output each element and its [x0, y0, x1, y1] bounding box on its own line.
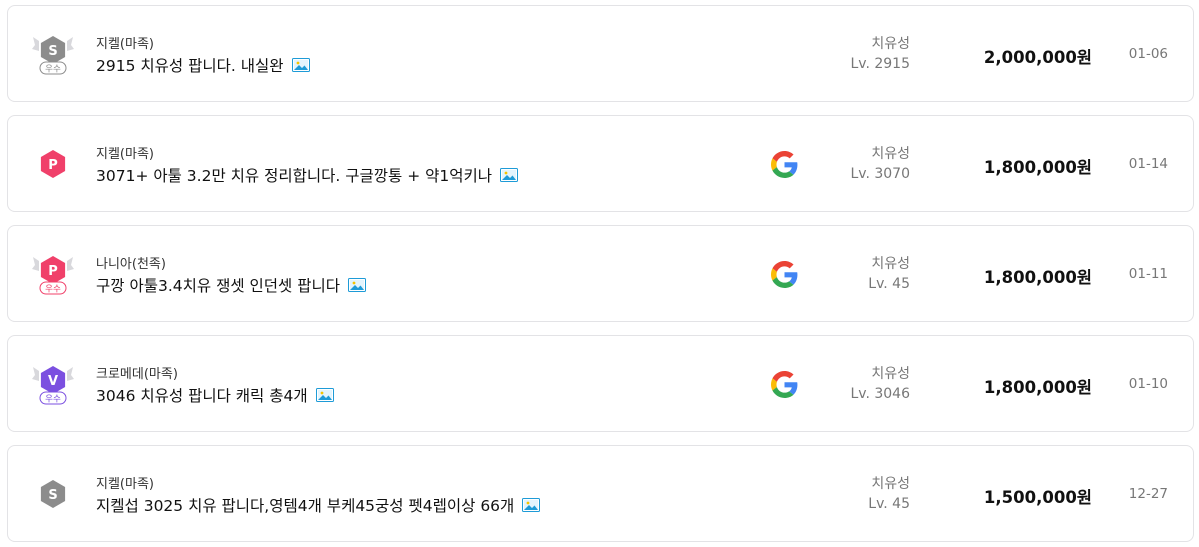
listing-date: 01-14: [1128, 156, 1168, 172]
image-attached-icon: [291, 58, 310, 72]
character-level: Lv. 3070: [850, 166, 910, 182]
listing-date: 01-10: [1128, 376, 1168, 392]
character-class: 치유성: [871, 366, 910, 382]
listing-date: 01-11: [1128, 266, 1168, 282]
server-name: 크로메데(마족): [96, 367, 178, 382]
listing-price: 1,800,000원: [983, 268, 1092, 287]
listing-price: 1,800,000원: [983, 158, 1092, 177]
svg-text:V: V: [48, 374, 58, 389]
listing-price: 1,500,000원: [983, 488, 1092, 507]
character-level: Lv. 45: [868, 276, 910, 292]
svg-text:우수: 우수: [45, 395, 61, 405]
image-attached-icon: [500, 168, 519, 182]
svg-text:우수: 우수: [45, 285, 61, 295]
listing-title[interactable]: 지켈섭 3025 치유 팝니다,영템4개 부케45궁성 펫4렙이상 66개: [96, 494, 541, 516]
listing-title-text: 3071+ 아툴 3.2만 치유 정리합니다. 구글깡통 + 약1억키나: [96, 167, 493, 185]
svg-text:우수: 우수: [45, 65, 61, 75]
server-s-icon: S: [30, 471, 76, 517]
image-attached-icon: [522, 498, 541, 512]
listing-card[interactable]: P 우수 나니아(천족) 구깡 아툴3.4치유 쟁셋 인던셋 팝니다 치유성 Lv…: [7, 225, 1194, 322]
listing-title-text: 3046 치유성 팝니다 캐릭 총4개: [96, 387, 308, 405]
server-name: 지켈(마족): [96, 477, 154, 492]
listing-price: 2,000,000원: [983, 48, 1092, 67]
listing-price: 1,800,000원: [983, 378, 1092, 397]
image-attached-icon: [315, 388, 334, 402]
character-class: 치유성: [871, 36, 910, 52]
listing-card[interactable]: V 우수 크로메데(마족) 3046 치유성 팝니다 캐릭 총4개 치유성 Lv.…: [7, 335, 1194, 432]
listing-list: S 우수 지켈(마족) 2915 치유성 팝니다. 내실완 치유성 Lv. 291…: [0, 0, 1199, 547]
character-class: 치유성: [871, 256, 910, 272]
power-p-excellent-icon: P 우수: [30, 251, 76, 297]
listing-title[interactable]: 구깡 아툴3.4치유 쟁셋 인던셋 팝니다: [96, 274, 366, 296]
listing-title-text: 구깡 아툴3.4치유 쟁셋 인던셋 팝니다: [96, 277, 340, 295]
listing-title-text: 2915 치유성 팝니다. 내실완: [96, 57, 284, 75]
server-name: 나니아(천족): [96, 257, 166, 272]
listing-date: 01-06: [1128, 46, 1168, 62]
svg-text:P: P: [48, 264, 58, 279]
listing-title[interactable]: 3046 치유성 팝니다 캐릭 총4개: [96, 384, 334, 406]
listing-title-text: 지켈섭 3025 치유 팝니다,영템4개 부케45궁성 펫4렙이상 66개: [96, 497, 515, 515]
listing-title[interactable]: 2915 치유성 팝니다. 내실완: [96, 54, 310, 76]
svg-text:S: S: [48, 488, 57, 503]
vip-v-excellent-icon: V 우수: [30, 361, 76, 407]
listing-card[interactable]: P 지켈(마족) 3071+ 아툴 3.2만 치유 정리합니다. 구글깡통 + …: [7, 115, 1194, 212]
character-class: 치유성: [871, 476, 910, 492]
image-attached-icon: [348, 278, 366, 292]
character-class: 치유성: [871, 146, 910, 162]
character-level: Lv. 2915: [850, 56, 910, 72]
server-s-excellent-icon: S 우수: [30, 31, 76, 77]
server-name: 지켈(마족): [96, 37, 154, 52]
character-level: Lv. 3046: [850, 386, 910, 402]
listing-title[interactable]: 3071+ 아툴 3.2만 치유 정리합니다. 구글깡통 + 약1억키나: [96, 164, 519, 186]
listing-card[interactable]: S 우수 지켈(마족) 2915 치유성 팝니다. 내실완 치유성 Lv. 291…: [7, 5, 1194, 102]
svg-text:P: P: [48, 158, 58, 173]
svg-text:S: S: [48, 44, 57, 59]
listing-card[interactable]: S 지켈(마족) 지켈섭 3025 치유 팝니다,영템4개 부케45궁성 펫4렙…: [7, 445, 1194, 542]
power-p-icon: P: [30, 141, 76, 187]
character-level: Lv. 45: [868, 496, 910, 512]
listing-date: 12-27: [1128, 486, 1168, 502]
server-name: 지켈(마족): [96, 147, 154, 162]
